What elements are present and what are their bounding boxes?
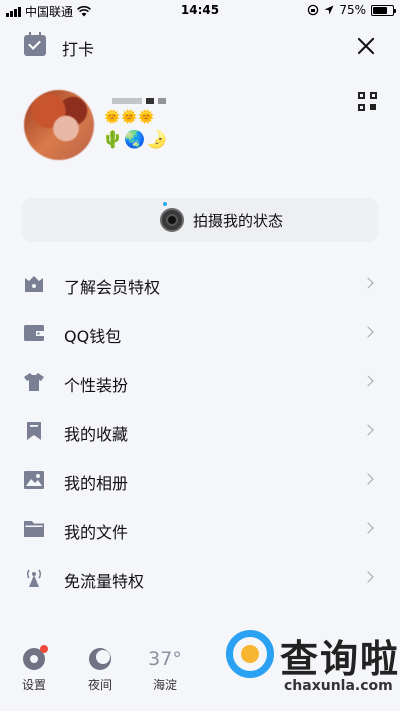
status-right: 75% (307, 3, 396, 17)
menu-label: QQ钱包 (64, 327, 122, 346)
checkin-title[interactable]: 打卡 (62, 36, 94, 60)
menu-item-qq-wallet[interactable]: QQ钱包 (0, 309, 400, 358)
settings-button[interactable]: 设置 (12, 645, 56, 693)
watermark: 查询啦 chaxunla.com (226, 626, 400, 711)
menu-label: 我的相册 (64, 474, 129, 493)
menu-item-vip-privileges[interactable]: 了解会员特权 (0, 260, 400, 309)
drawer-menu: 了解会员特权 QQ钱包 个性装扮 我的收藏 我的相册 我的文件 免流量特权 (0, 260, 400, 603)
menu-label: 免流量特权 (64, 572, 145, 591)
medal-badges[interactable]: 🌵🌏🌛 (102, 130, 169, 150)
weather-temperature: 37° (148, 648, 182, 670)
notification-dot (40, 645, 48, 653)
night-mode-button[interactable]: 夜间 (78, 648, 122, 693)
crown-icon (25, 276, 43, 292)
chevron-right-icon (362, 424, 374, 436)
settings-label: 设置 (21, 678, 46, 692)
status-bar: 中国联通 14:45 75% (0, 0, 400, 20)
close-icon[interactable] (354, 34, 378, 58)
wallet-icon (24, 325, 44, 341)
photo-icon (24, 471, 44, 489)
menu-label: 了解会员特权 (64, 278, 161, 297)
chevron-right-icon (362, 522, 374, 534)
nickname-redacted[interactable] (112, 98, 166, 104)
signal-tower-icon (26, 569, 42, 587)
camera-icon (160, 208, 184, 232)
location-icon (324, 5, 334, 15)
capture-status-label: 拍摄我的状态 (193, 212, 284, 230)
watermark-url: chaxunla.com (284, 678, 393, 694)
menu-item-free-data[interactable]: 免流量特权 (0, 554, 400, 603)
bookmark-icon (27, 422, 41, 440)
weather-city: 海淀 (152, 678, 177, 692)
menu-item-personalization[interactable]: 个性装扮 (0, 358, 400, 407)
menu-item-albums[interactable]: 我的相册 (0, 456, 400, 505)
menu-label: 个性装扮 (64, 376, 129, 395)
menu-item-favorites[interactable]: 我的收藏 (0, 407, 400, 456)
new-indicator-dot (163, 202, 167, 206)
chevron-right-icon (362, 277, 374, 289)
watermark-logo-icon (226, 630, 274, 678)
chevron-right-icon (362, 326, 374, 338)
gear-icon (23, 645, 48, 670)
header: 打卡 (0, 26, 400, 66)
watermark-text: 查询啦 (280, 637, 400, 681)
calendar-check-icon[interactable] (24, 32, 46, 56)
battery-percent: 75% (339, 3, 366, 17)
level-badges[interactable]: 🌞🌞🌞 (104, 110, 156, 125)
menu-label: 我的收藏 (64, 425, 129, 444)
menu-label: 我的文件 (64, 523, 129, 542)
capture-status-button[interactable]: 拍摄我的状态 (22, 198, 378, 242)
chevron-right-icon (362, 375, 374, 387)
folder-icon (24, 521, 44, 537)
night-mode-label: 夜间 (87, 678, 112, 692)
battery-fill (373, 6, 388, 14)
menu-item-files[interactable]: 我的文件 (0, 505, 400, 554)
qr-code-icon[interactable] (358, 92, 377, 111)
avatar[interactable] (24, 90, 94, 160)
chevron-right-icon (362, 571, 374, 583)
orientation-lock-icon (308, 4, 319, 16)
tshirt-icon (24, 373, 44, 391)
chevron-right-icon (362, 473, 374, 485)
battery-icon (371, 4, 396, 16)
weather-button[interactable]: 37° 海淀 (143, 648, 187, 693)
moon-icon (89, 648, 111, 670)
